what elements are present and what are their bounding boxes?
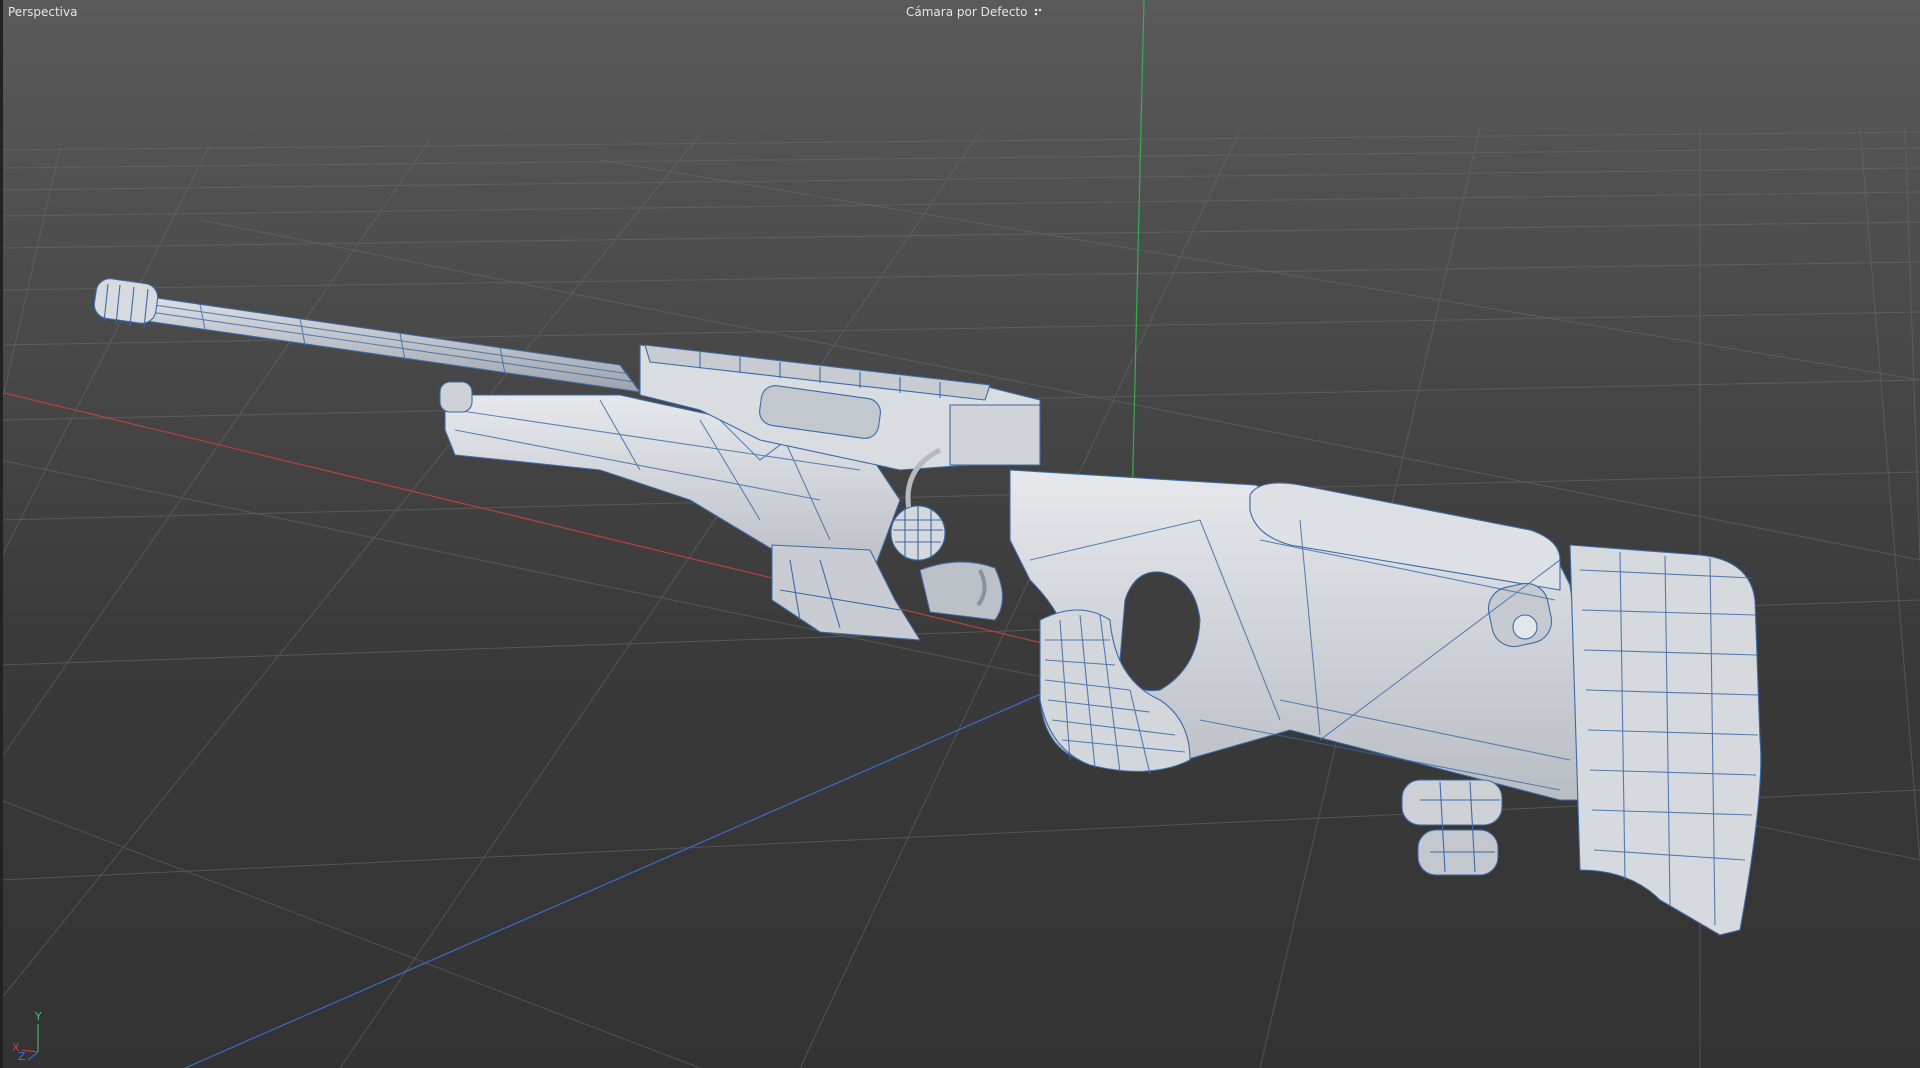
world-axis-z: [184, 654, 1131, 1068]
axis-gizmo: Y X Z: [8, 1010, 48, 1063]
axis-gizmo-lines: [21, 1024, 39, 1061]
camera-selector[interactable]: Cámara por Defecto: [906, 5, 1043, 19]
sling-loop-hole: [1512, 614, 1538, 640]
muzzle[interactable]: [93, 277, 160, 325]
camera-options-icon[interactable]: [1033, 6, 1043, 16]
bipod-stud[interactable]: [439, 381, 473, 413]
view-mode-label[interactable]: Perspectiva: [8, 5, 77, 19]
rear-block[interactable]: [949, 404, 1041, 466]
axis-y-label: Y: [35, 1010, 42, 1023]
trigger-guard[interactable]: [919, 561, 1004, 621]
3d-viewport[interactable]: Perspectiva Cámara por Defecto Y X Z: [0, 0, 1920, 1068]
monopod[interactable]: [1401, 779, 1503, 826]
viewport-scene[interactable]: [0, 0, 1920, 1068]
viewport-left-border: [0, 0, 3, 1068]
gizmo-z-line: [27, 1051, 39, 1061]
axis-z-label: Z: [18, 1050, 26, 1063]
camera-label[interactable]: Cámara por Defecto: [906, 5, 1027, 19]
